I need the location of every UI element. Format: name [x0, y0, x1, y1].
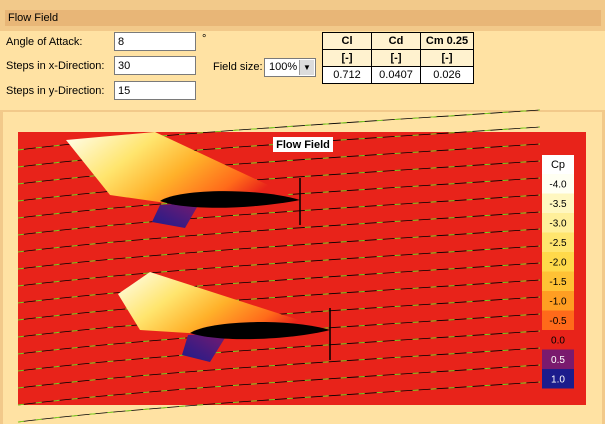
legend-label: -4.0: [549, 180, 567, 191]
legend-label: -2.5: [549, 238, 567, 249]
legend-label: -1.5: [549, 277, 567, 288]
legend-label: -3.5: [549, 199, 567, 210]
legend-label: -1.0: [549, 297, 567, 308]
legend-label: 1.0: [551, 375, 565, 386]
legend-label: 0.0: [551, 336, 565, 347]
cp-legend: Cp -4.0 -3.5 -3.0 -2.5 -2.0 -1.5 -1.0 -0.5 0.0 0.…: [542, 155, 574, 389]
plot-title: Flow Field: [276, 139, 330, 151]
legend-label: -2.0: [549, 258, 567, 269]
legend-title: Cp: [551, 159, 565, 171]
legend-label: -3.0: [549, 219, 567, 230]
legend-label: -0.5: [549, 316, 567, 327]
legend-label: 0.5: [551, 355, 565, 366]
flow-field-plot[interactable]: Flow Field Cp -4.0 -3.5 -3.0 -2.5 -2.0 -1.5 -1…: [0, 0, 605, 424]
